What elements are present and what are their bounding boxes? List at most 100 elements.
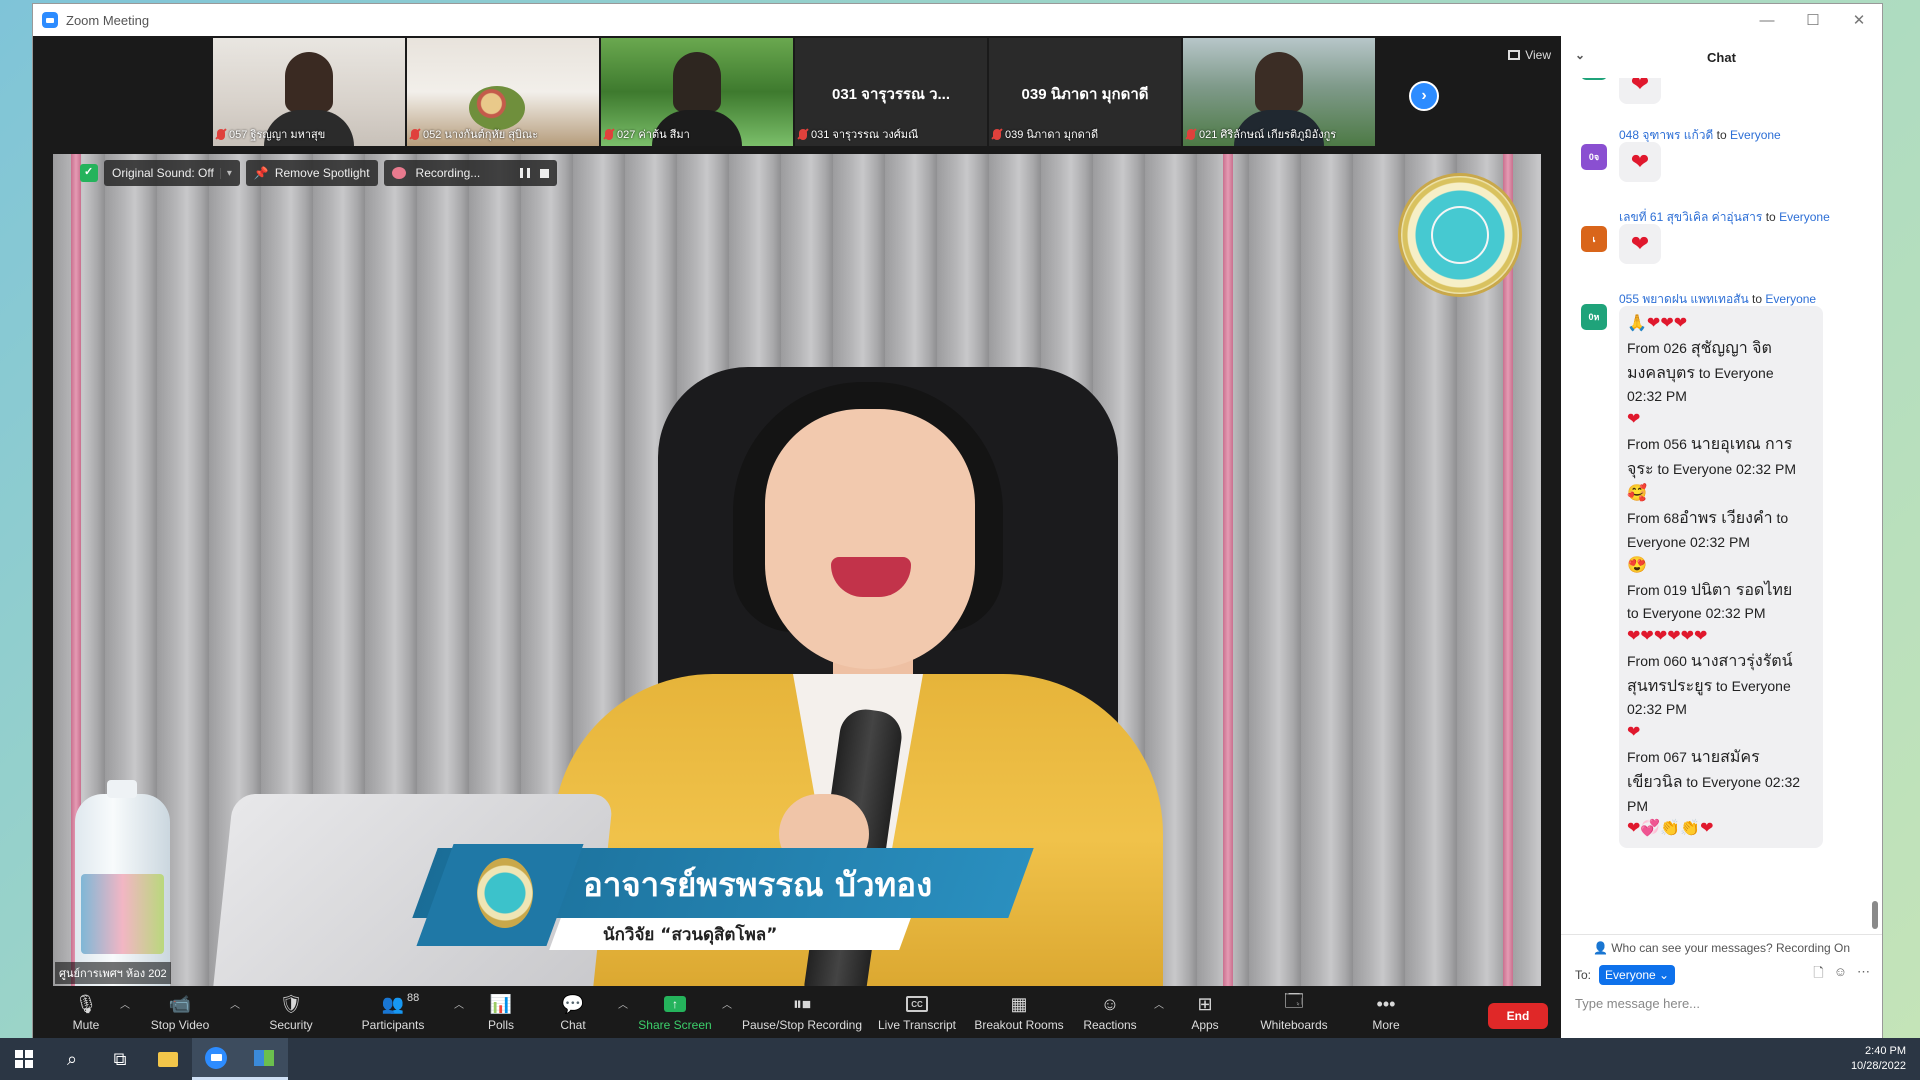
apps-button[interactable]: ⊞ Apps: [1169, 990, 1241, 1038]
pause-recording-icon[interactable]: [520, 168, 531, 178]
speaker-face: [765, 409, 975, 669]
remove-spotlight-button[interactable]: 📌 Remove Spotlight: [245, 160, 378, 186]
breakout-rooms-button[interactable]: ▦ Breakout Rooms: [967, 990, 1071, 1038]
participant-center-name: 039 นิภาดา มุกดาดี: [1021, 86, 1149, 103]
recording-indicator: Recording...: [383, 160, 558, 186]
stop-video-button[interactable]: 📹 Stop Video: [135, 990, 225, 1038]
share-screen-button[interactable]: ↑ Share Screen: [633, 990, 717, 1038]
stop-recording-icon[interactable]: [540, 168, 550, 178]
pause-stop-recording-button[interactable]: ⏸⏹ Pause/Stop Recording: [737, 990, 867, 1038]
chat-options-button[interactable]: ︿: [613, 990, 633, 1038]
microphone-icon: 🎙: [74, 993, 98, 1014]
file-icon[interactable]: 🗋: [1813, 964, 1823, 986]
reactions-button[interactable]: ☺ Reactions: [1071, 990, 1149, 1038]
participant-video: [673, 52, 721, 112]
more-button[interactable]: ••• More: [1347, 990, 1425, 1038]
chat-scrollbar[interactable]: [1872, 901, 1878, 929]
emoji-icon[interactable]: ☺: [1834, 964, 1847, 986]
maximize-button[interactable]: ☐: [1790, 4, 1836, 36]
file-explorer-icon[interactable]: [144, 1038, 192, 1080]
chat-message-bubble: ❤: [1619, 78, 1661, 104]
video-area: 057 ฐิรญญา มหาสุข 052 นางกันต์กุหัย สุบิ…: [33, 36, 1561, 990]
window-title: Zoom Meeting: [66, 12, 150, 28]
mute-label: Mute: [72, 1018, 100, 1032]
recipient-dropdown[interactable]: Everyone ⌄: [1599, 965, 1676, 985]
chat-messages[interactable]: ❤ 048 จุฑาพร แก้วดี to Everyone 0จ ❤ เลข…: [1561, 78, 1882, 938]
share-options-button[interactable]: ︿: [717, 990, 737, 1038]
who-can-see-messages-link[interactable]: 👤 Who can see your messages? Recording O…: [1561, 934, 1882, 955]
recording-cloud-icon: [391, 167, 406, 179]
mic-muted-icon: [1187, 128, 1195, 140]
participant-name: 057 ฐิรญญา มหาสุข: [229, 129, 326, 141]
participants-options-button[interactable]: ︿: [449, 990, 469, 1038]
participant-thumbnail[interactable]: 027 ค่าต้น สีมา: [601, 38, 793, 146]
meeting-toolbar: 🎙 Mute ︿ 📹 Stop Video ︿ 🛡 Security 👥 88 …: [33, 990, 1561, 1038]
ellipsis-icon[interactable]: ⋯: [1857, 964, 1870, 986]
zoom-taskbar-icon[interactable]: [192, 1038, 240, 1080]
minimize-button[interactable]: —: [1744, 4, 1790, 36]
windows-logo-icon: [15, 1050, 33, 1068]
audio-options-button[interactable]: ︿: [115, 990, 135, 1038]
share-screen-icon: ↑: [664, 996, 686, 1012]
search-icon[interactable]: ⌕: [48, 1038, 96, 1080]
end-meeting-button[interactable]: End: [1488, 1003, 1548, 1029]
participant-name: 031 จารุวรรณ วงศ์มณี: [811, 129, 919, 141]
app-taskbar-icon[interactable]: [240, 1038, 288, 1080]
zoom-app-icon: [42, 12, 58, 28]
pin-icon: 📌: [253, 166, 269, 180]
participant-name: 039 นิภาดา มุกดาดี: [1005, 129, 1099, 141]
to-label: To:: [1575, 968, 1592, 982]
participants-icon: 👥: [381, 993, 405, 1014]
participants-button[interactable]: 👥 88 Participants: [337, 990, 449, 1038]
heart-emoji: ❤: [1630, 231, 1650, 256]
avatar: 0ห: [1581, 304, 1607, 330]
title-bar: Zoom Meeting — ☐ ✕: [33, 4, 1882, 36]
zoom-window: Zoom Meeting — ☐ ✕ 057 ฐิรญญา มหาสุข 052…: [33, 4, 1882, 1038]
chat-emoji-line: 🙏❤❤❤: [1627, 315, 1688, 332]
polls-label: Polls: [487, 1018, 514, 1032]
speaker-lower-third: อาจารย์พรพรรณ บัวทอง นักวิจัย “สวนดุสิตโ…: [412, 844, 1034, 950]
participant-thumbnail[interactable]: 031 จารุวรรณ ว... 031 จารุวรรณ วงศ์มณี: [795, 38, 987, 146]
smiley-plus-icon: ☺: [1100, 993, 1120, 1014]
close-button[interactable]: ✕: [1836, 4, 1882, 36]
security-button[interactable]: 🛡 Security: [245, 990, 337, 1038]
participant-thumbnail[interactable]: 057 ฐิรญญา มหาสุข: [213, 38, 405, 146]
video-options-button[interactable]: ︿: [225, 990, 245, 1038]
live-transcript-label: Live Transcript: [877, 1018, 957, 1032]
view-button[interactable]: View: [1508, 48, 1551, 62]
polls-button[interactable]: 📊 Polls: [469, 990, 533, 1038]
people-icon: 👤: [1592, 941, 1612, 955]
mute-button[interactable]: 🎙 Mute: [57, 990, 115, 1038]
chat-message-input[interactable]: Type message here...: [1575, 996, 1700, 1011]
chat-button[interactable]: 💬 Chat: [533, 990, 613, 1038]
pause-stop-icon: ⏸⏹: [793, 993, 811, 1014]
chat-panel: ⌄ Chat ❤ 048 จุฑาพร แก้วดี to Everyone 0…: [1561, 36, 1882, 1038]
live-transcript-button[interactable]: CC Live Transcript: [867, 990, 967, 1038]
reactions-label: Reactions: [1083, 1018, 1137, 1032]
chat-bubble-icon: 💬: [561, 993, 585, 1014]
main-speaker-video: อาจารย์พรพรรณ บัวทอง นักวิจัย “สวนดุสิตโ…: [53, 154, 1541, 986]
participant-thumbnail[interactable]: 052 นางกันต์กุหัย สุบิณะ: [407, 38, 599, 146]
chevron-down-icon[interactable]: ⌄: [1575, 48, 1585, 62]
whiteboards-button[interactable]: 🗔 Whiteboards: [1241, 990, 1347, 1038]
reactions-options-button[interactable]: ︿: [1149, 990, 1169, 1038]
next-page-arrow-icon[interactable]: ›: [1409, 81, 1439, 111]
chevron-up-icon: ︿: [230, 1000, 240, 1011]
chat-sender: 055 พยาดฝน แพทเทอสัน: [1619, 292, 1749, 306]
system-clock[interactable]: 2:40 PM 10/28/2022: [1851, 1044, 1906, 1075]
task-view-icon[interactable]: ⧉: [96, 1038, 144, 1080]
heart-emoji: ❤: [1627, 724, 1641, 742]
participant-thumbnail[interactable]: 039 นิภาดา มุกดาดี 039 นิภาดา มุกดาดี: [989, 38, 1181, 146]
pause-stop-recording-label: Pause/Stop Recording: [741, 1018, 863, 1032]
breakout-rooms-icon: ▦: [1010, 993, 1028, 1014]
closed-caption-icon: CC: [906, 996, 928, 1012]
original-sound-toggle[interactable]: Original Sound: Off ▾: [104, 160, 240, 186]
participant-name: 027 ค่าต้น สีมา: [617, 129, 690, 141]
chevron-down-icon[interactable]: ▾: [219, 167, 232, 179]
start-button[interactable]: [0, 1038, 48, 1080]
remove-spotlight-label: Remove Spotlight: [274, 166, 370, 180]
encryption-shield-icon[interactable]: [80, 164, 98, 182]
chat-title: Chat: [1707, 49, 1736, 65]
participant-thumbnail[interactable]: 021 ศิริลักษณ์ เกียรติภูมิอังกูร: [1183, 38, 1375, 146]
windows-taskbar: ⌕ ⧉ 2:40 PM 10/28/2022: [0, 1038, 1920, 1080]
